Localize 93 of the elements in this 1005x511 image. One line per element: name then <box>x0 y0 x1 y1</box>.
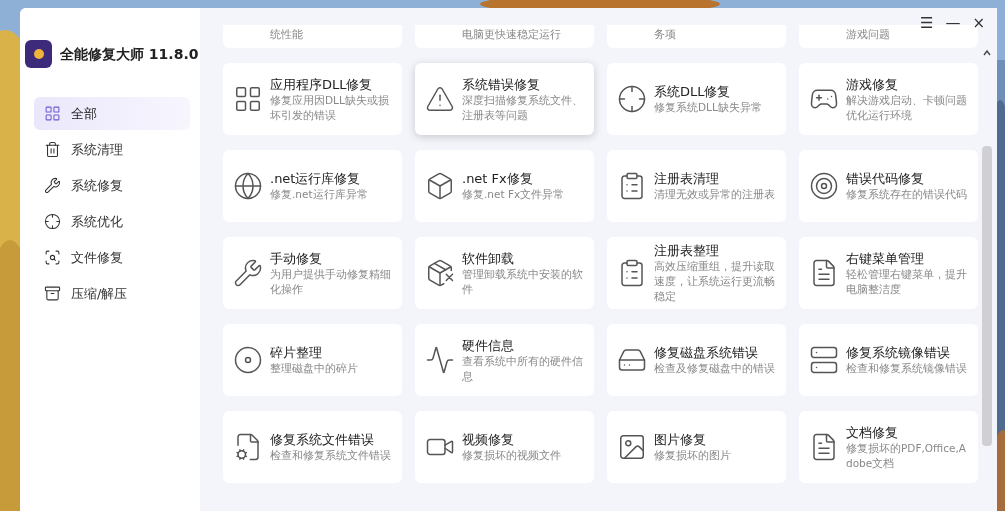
crosshair-icon <box>44 213 61 230</box>
tool-card[interactable]: 手动修复 为用户提供手动修复精细化操作 <box>223 237 402 309</box>
tool-card[interactable]: 视频修复 修复损坏的视频文件 <box>415 411 594 483</box>
app-logo-icon <box>25 40 52 68</box>
tool-title: .net运行库修复 <box>270 170 362 187</box>
tool-title: 硬件信息 <box>462 336 515 354</box>
tool-title: 修复系统文件错误 <box>270 431 375 448</box>
tool-card[interactable]: 务项 <box>607 25 786 48</box>
tool-card[interactable]: 硬件信息 查看系统中所有的硬件信息 <box>415 324 594 396</box>
tool-card[interactable]: 右键菜单管理 轻松管理右键菜单，提升电脑整洁度 <box>799 237 978 309</box>
tool-card[interactable]: 应用程序DLL修复 修复应用因DLL缺失或损坏引发的错误 <box>223 63 402 135</box>
tool-title: 手动修复 <box>270 249 323 267</box>
image-icon <box>617 432 647 462</box>
tool-description: 高效压缩重组，提升读取速度，让系统运行更流畅稳定 <box>654 259 776 304</box>
drive-stack-icon <box>809 345 839 375</box>
tool-description: 管理卸载系统中安装的软件 <box>462 266 584 297</box>
grid-icon <box>233 84 263 114</box>
tool-title: 右键菜单管理 <box>846 249 925 267</box>
tool-description: 解决游戏启动、卡顿问题优化运行环境 <box>846 92 968 123</box>
tool-title: 应用程序DLL修复 <box>270 75 374 93</box>
tool-description: 查看系统中所有的硬件信息 <box>462 353 584 384</box>
tool-card[interactable]: 电脑更快速稳定运行 <box>415 25 594 48</box>
tool-card[interactable]: 修复系统文件错误 检查和修复系统文件错误 <box>223 411 402 483</box>
sidebar-item[interactable]: 系统修复 <box>34 169 190 202</box>
scrollbar-thumb[interactable] <box>982 146 992 446</box>
tool-card[interactable]: 图片修复 修复损坏的图片 <box>607 411 786 483</box>
tool-description: 游戏问题 <box>846 28 890 42</box>
tool-description: 修复损坏的PDF,Office,Adobe文档 <box>846 440 967 471</box>
tool-description: 修复.net Fx文件异常 <box>462 187 565 202</box>
archive-icon <box>44 285 61 302</box>
search-icon <box>44 249 61 266</box>
tool-description: 为用户提供手动修复精细化操作 <box>270 266 392 297</box>
tool-description: 修复.net运行库异常 <box>270 187 368 202</box>
app-title: 全能修复大师 11.8.0 <box>60 44 199 64</box>
tool-card[interactable]: 修复磁盘系统错误 检查及修复磁盘中的错误 <box>607 324 786 396</box>
tool-description: 修复系统存在的错误代码 <box>846 187 967 202</box>
tool-description: 电脑更快速稳定运行 <box>462 28 561 42</box>
grid-icon <box>44 105 61 122</box>
sidebar-item[interactable]: 文件修复 <box>34 241 190 274</box>
tool-card[interactable]: 错误代码修复 修复系统存在的错误代码 <box>799 150 978 222</box>
tool-title: 修复磁盘系统错误 <box>654 344 759 361</box>
tool-title: 注册表整理 <box>654 242 720 259</box>
tool-title: 软件卸载 <box>462 249 515 267</box>
sidebar-item[interactable]: 压缩/解压 <box>34 277 190 310</box>
tool-description: 修复损坏的视频文件 <box>462 448 561 463</box>
tool-card[interactable]: .net Fx修复 修复.net Fx文件异常 <box>415 150 594 222</box>
tool-card[interactable]: 注册表整理 高效压缩重组，提升读取速度，让系统运行更流畅稳定 <box>607 237 786 309</box>
sidebar-item[interactable]: 全部 <box>34 97 190 130</box>
tool-card[interactable]: 统性能 <box>223 25 402 48</box>
tool-description: 清理无效或异常的注册表 <box>654 187 775 202</box>
tool-card[interactable]: 系统DLL修复 修复系统DLL缺失异常 <box>607 63 786 135</box>
tool-title: 错误代码修复 <box>846 170 925 187</box>
wrench-icon <box>44 177 61 194</box>
tool-card[interactable]: 注册表清理 清理无效或异常的注册表 <box>607 150 786 222</box>
tool-card[interactable]: 文档修复 修复损坏的PDF,Office,Adobe文档 <box>799 411 978 483</box>
sidebar-item[interactable]: 系统优化 <box>34 205 190 238</box>
tool-title: 视频修复 <box>462 431 515 448</box>
tool-title: 文档修复 <box>846 423 899 441</box>
tool-description: 整理磁盘中的碎片 <box>270 361 358 376</box>
wrench-icon <box>233 258 263 288</box>
tool-description: 检查及修复磁盘中的错误 <box>654 361 775 376</box>
tool-card[interactable]: .net运行库修复 修复.net运行库异常 <box>223 150 402 222</box>
tool-description: 修复应用因DLL缺失或损坏引发的错误 <box>270 92 390 123</box>
tool-card[interactable]: 系统错误修复 深度扫描修复系统文件、注册表等问题 <box>415 63 594 135</box>
tool-description: 检查和修复系统镜像错误 <box>846 361 967 376</box>
target-icon <box>809 171 839 201</box>
tool-description: 务项 <box>654 28 676 42</box>
cube-icon <box>425 171 455 201</box>
tool-card[interactable]: 游戏修复 解决游戏启动、卡顿问题优化运行环境 <box>799 63 978 135</box>
sidebar-item[interactable]: 系统清理 <box>34 133 190 166</box>
tool-description: 修复损坏的图片 <box>654 448 731 463</box>
tool-card[interactable]: 软件卸载 管理卸载系统中安装的软件 <box>415 237 594 309</box>
tool-title: 系统错误修复 <box>462 75 541 93</box>
tool-title: 游戏修复 <box>846 75 899 93</box>
tool-title: 图片修复 <box>654 431 707 448</box>
crosshair-icon <box>617 84 647 114</box>
tool-description: 轻松管理右键菜单，提升电脑整洁度 <box>846 266 968 297</box>
tool-card[interactable]: 修复系统镜像错误 检查和修复系统镜像错误 <box>799 324 978 396</box>
tool-card[interactable]: 碎片整理 整理磁盘中的碎片 <box>223 324 402 396</box>
globe-icon <box>233 171 263 201</box>
tool-title: 系统DLL修复 <box>654 83 732 100</box>
tool-description: 修复系统DLL缺失异常 <box>654 100 762 115</box>
tool-description: 统性能 <box>270 28 303 42</box>
tool-title: 修复系统镜像错误 <box>846 344 951 361</box>
tool-title: 碎片整理 <box>270 344 323 361</box>
tool-title: .net Fx修复 <box>462 170 534 187</box>
tool-description: 检查和修复系统文件错误 <box>270 448 391 463</box>
warning-icon <box>425 84 455 114</box>
scroll-up-icon[interactable] <box>983 50 991 56</box>
tool-title: 注册表清理 <box>654 170 720 187</box>
tool-description: 深度扫描修复系统文件、注册表等问题 <box>462 92 584 123</box>
monitor-pulse-icon <box>425 345 455 375</box>
disc-icon <box>233 345 263 375</box>
